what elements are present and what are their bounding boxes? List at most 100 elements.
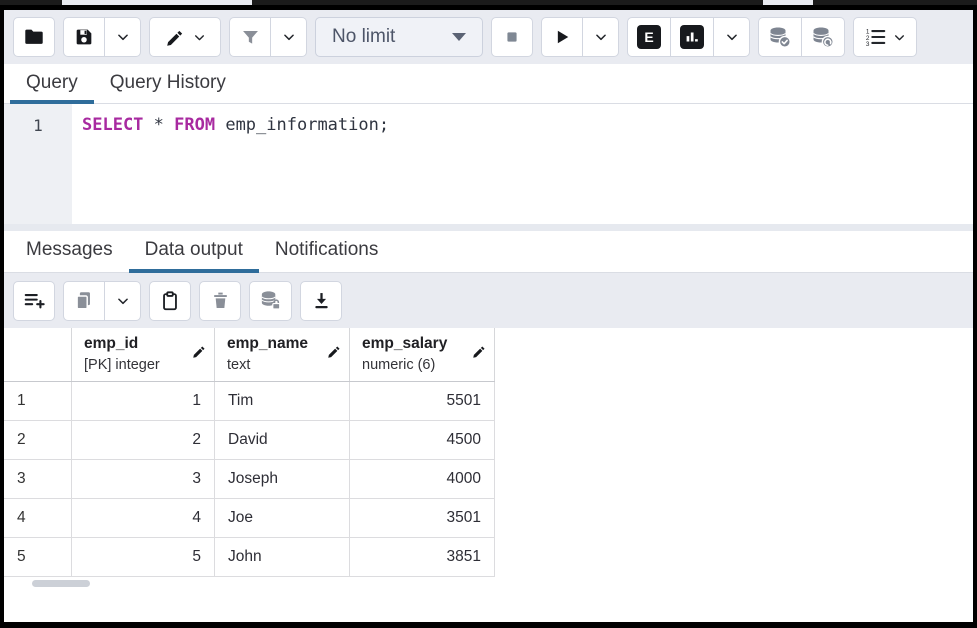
cell-emp-id[interactable]: 4 — [72, 499, 215, 537]
tab-messages-label: Messages — [26, 239, 113, 261]
sql-identifier: emp_information; — [225, 115, 389, 135]
row-limit-value: No limit — [332, 26, 395, 48]
cell-value: 5501 — [447, 392, 481, 410]
copy-icon — [73, 290, 95, 312]
commit-button[interactable] — [758, 17, 802, 57]
sql-editor[interactable]: 1 SELECT * FROM emp_information; — [4, 104, 973, 224]
row-limit-select[interactable]: No limit — [315, 17, 483, 57]
column-header-emp-name[interactable]: emp_name text — [215, 328, 350, 381]
cell-emp-id[interactable]: 5 — [72, 538, 215, 576]
row-number: 2 — [17, 431, 26, 449]
grid-header-row: emp_id [PK] integer emp_name text — [4, 328, 495, 382]
cell-emp-salary[interactable]: 4000 — [350, 460, 495, 498]
tab-notifications[interactable]: Notifications — [259, 231, 395, 272]
paste-button[interactable] — [149, 281, 191, 321]
chevron-down-icon — [893, 31, 906, 44]
filter-icon — [240, 27, 261, 48]
table-row: 3 3 Joseph 4000 — [4, 460, 495, 499]
grid-corner-cell[interactable] — [4, 328, 72, 381]
save-data-icon — [259, 289, 282, 312]
cell-emp-id[interactable]: 1 — [72, 382, 215, 420]
column-name: emp_name — [227, 333, 325, 355]
cell-emp-name[interactable]: David — [215, 421, 350, 459]
column-edit-icon[interactable] — [327, 344, 342, 364]
copy-options-dropdown[interactable] — [105, 281, 141, 321]
main-toolbar: No limit — [4, 10, 973, 64]
tab-query-history[interactable]: Query History — [94, 64, 242, 103]
row-number-cell[interactable]: 1 — [4, 382, 72, 420]
column-edit-icon[interactable] — [192, 344, 207, 364]
explain-analyze-button[interactable] — [671, 17, 714, 57]
cell-emp-name[interactable]: Joseph — [215, 460, 350, 498]
download-button[interactable] — [300, 281, 342, 321]
column-edit-icon[interactable] — [472, 344, 487, 364]
save-data-button[interactable] — [249, 281, 292, 321]
execute-query-button[interactable] — [541, 17, 583, 57]
cell-emp-salary[interactable]: 5501 — [350, 382, 495, 420]
horizontal-scrollbar[interactable] — [32, 580, 90, 587]
sql-keyword: SELECT — [82, 115, 154, 135]
cell-value: 3501 — [447, 509, 481, 527]
tab-query[interactable]: Query — [10, 64, 94, 103]
panel-divider[interactable] — [4, 224, 973, 231]
chevron-down-icon — [193, 31, 206, 44]
edit-dropdown-button[interactable] — [149, 17, 221, 57]
sql-code-line[interactable]: SELECT * FROM emp_information; — [72, 104, 973, 224]
cancel-query-button[interactable] — [491, 17, 533, 57]
explain-button[interactable]: E — [627, 17, 671, 57]
filter-button[interactable] — [229, 17, 271, 57]
edit-pencil-icon — [165, 27, 186, 48]
delete-row-icon — [210, 290, 231, 311]
rollback-button[interactable] — [802, 17, 845, 57]
explain-options-dropdown[interactable] — [714, 17, 750, 57]
cell-value: David — [228, 431, 268, 449]
column-type: [PK] integer — [84, 355, 190, 375]
row-number: 3 — [17, 470, 26, 488]
sql-operator: * — [154, 115, 174, 135]
filter-options-dropdown[interactable] — [271, 17, 307, 57]
line-number: 1 — [33, 116, 43, 135]
save-file-icon — [73, 26, 95, 48]
cell-value: 2 — [192, 431, 201, 449]
results-tabbar: Messages Data output Notifications — [4, 231, 973, 273]
cell-value: 1 — [192, 392, 201, 410]
macros-button[interactable]: 123 — [853, 17, 917, 57]
tab-data-output-label: Data output — [145, 239, 243, 261]
query-tool-panel: No limit — [4, 10, 973, 622]
open-file-button[interactable] — [13, 17, 55, 57]
row-number-cell[interactable]: 5 — [4, 538, 72, 576]
editor-tabbar: Query Query History — [4, 64, 973, 104]
column-header-emp-salary[interactable]: emp_salary numeric (6) — [350, 328, 495, 381]
cell-emp-salary[interactable]: 3851 — [350, 538, 495, 576]
window-chrome-remnant — [0, 0, 977, 5]
stop-icon — [502, 27, 522, 47]
delete-row-button[interactable] — [199, 281, 241, 321]
tab-query-history-label: Query History — [110, 72, 226, 94]
cell-emp-id[interactable]: 2 — [72, 421, 215, 459]
copy-button[interactable] — [63, 281, 105, 321]
row-number: 5 — [17, 548, 26, 566]
cell-value: 4 — [192, 509, 201, 527]
cell-emp-salary[interactable]: 4500 — [350, 421, 495, 459]
save-file-button[interactable] — [63, 17, 105, 57]
row-number-cell[interactable]: 3 — [4, 460, 72, 498]
row-number-cell[interactable]: 4 — [4, 499, 72, 537]
cell-emp-name[interactable]: Joe — [215, 499, 350, 537]
open-file-icon — [23, 26, 45, 48]
execute-options-dropdown[interactable] — [583, 17, 619, 57]
explain-letter: E — [644, 29, 653, 45]
cell-emp-name[interactable]: Tim — [215, 382, 350, 420]
cell-emp-id[interactable]: 3 — [72, 460, 215, 498]
chevron-down-icon — [594, 30, 608, 44]
save-options-dropdown[interactable] — [105, 17, 141, 57]
column-header-emp-id[interactable]: emp_id [PK] integer — [72, 328, 215, 381]
cell-value: Joseph — [228, 470, 278, 488]
add-row-button[interactable] — [13, 281, 55, 321]
cell-emp-name[interactable]: John — [215, 538, 350, 576]
row-number-cell[interactable]: 2 — [4, 421, 72, 459]
tab-messages[interactable]: Messages — [10, 231, 129, 272]
tab-data-output[interactable]: Data output — [129, 231, 259, 272]
table-row: 2 2 David 4500 — [4, 421, 495, 460]
cell-emp-salary[interactable]: 3501 — [350, 499, 495, 537]
macros-icon: 123 — [865, 26, 887, 48]
